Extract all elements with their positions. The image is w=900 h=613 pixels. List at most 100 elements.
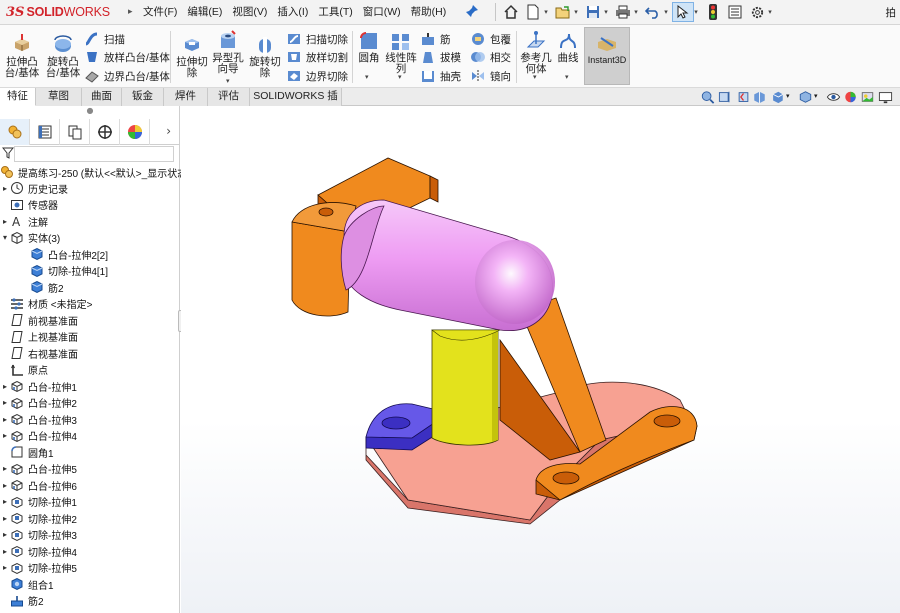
sweep-button[interactable]: 扫描	[84, 30, 125, 48]
panel-grip-handle[interactable]: ●	[0, 106, 180, 118]
wrap-button[interactable]: 包覆	[470, 30, 511, 48]
revolve-boss-button[interactable]: 旋转凸 台/基体	[43, 34, 83, 79]
options-gear-icon[interactable]	[746, 2, 768, 22]
tab-features[interactable]: 特征	[0, 88, 36, 106]
tree-item[interactable]: ▸ 凸台-拉伸3	[0, 411, 77, 427]
tree-item[interactable]: 组合1	[0, 576, 54, 592]
part-3d-model[interactable]	[181, 107, 900, 613]
display-manager-tab[interactable]	[120, 119, 150, 145]
tree-item[interactable]: ▸ 凸台-拉伸5	[0, 461, 77, 477]
dimxpert-manager-tab[interactable]	[90, 119, 120, 145]
expand-arrow-icon[interactable]: ▸	[0, 217, 10, 226]
expand-arrow-icon[interactable]: ▸	[0, 481, 10, 490]
property-manager-tab[interactable]	[30, 119, 60, 145]
undo-dropdown-icon[interactable]: ▾	[664, 8, 672, 16]
options-dropdown-icon[interactable]: ▾	[768, 8, 776, 16]
tree-filter-input[interactable]	[14, 146, 174, 162]
lofted-cut-button[interactable]: 放样切割	[286, 48, 348, 66]
mirror-button[interactable]: 镜向	[470, 67, 511, 85]
zoom-to-fit-icon[interactable]	[700, 90, 715, 104]
tree-item[interactable]: 筋2	[20, 279, 64, 295]
shell-button[interactable]: 抽壳	[420, 67, 461, 85]
tree-item[interactable]: 前视基准面	[0, 312, 78, 328]
boundary-boss-button[interactable]: 边界凸台/基体	[84, 67, 170, 85]
pin-menu-icon[interactable]	[465, 4, 481, 20]
reference-geometry-dropdown-icon[interactable]: ▾	[533, 73, 537, 81]
rib-button[interactable]: 筋	[420, 30, 451, 48]
curves-dropdown-icon[interactable]: ▾	[565, 73, 569, 81]
home-icon[interactable]	[500, 2, 522, 22]
hole-wizard-dropdown-icon[interactable]: ▾	[226, 77, 230, 85]
instant3d-button[interactable]: Instant3D	[584, 27, 630, 85]
print-dropdown-icon[interactable]: ▾	[634, 8, 642, 16]
expand-arrow-icon[interactable]: ▸	[0, 563, 10, 572]
tab-sheet-metal[interactable]: 钣金	[122, 88, 164, 106]
tree-item[interactable]: 材质 <未指定>	[0, 296, 92, 312]
logo-menu-arrow-icon[interactable]: ▸	[128, 7, 138, 17]
extrude-boss-button[interactable]: 拉伸凸 台/基体	[2, 34, 42, 79]
view-orientation-icon[interactable]	[770, 90, 785, 104]
tree-item[interactable]: ▸ 凸台-拉伸6	[0, 477, 77, 493]
intersect-button[interactable]: 相交	[470, 48, 511, 66]
graphics-viewport[interactable]	[181, 107, 900, 613]
tree-item[interactable]: ▸ 凸台-拉伸1	[0, 378, 77, 394]
menu-edit[interactable]: 编辑(E)	[182, 0, 227, 25]
swept-cut-button[interactable]: 扫描切除	[286, 30, 348, 48]
tree-item[interactable]: 传感器	[0, 197, 58, 213]
tree-item[interactable]: ▸ 切除-拉伸2	[0, 510, 77, 526]
tree-item[interactable]: ▸ 切除-拉伸3	[0, 527, 77, 543]
search-commands-cut[interactable]: 拍	[886, 5, 897, 20]
previous-view-icon[interactable]	[736, 90, 751, 104]
boundary-cut-button[interactable]: 边界切除	[286, 67, 348, 85]
view-settings-icon[interactable]	[878, 90, 893, 104]
expand-arrow-icon[interactable]: ▸	[0, 382, 10, 391]
hole-wizard-button[interactable]: 异型孔 向导	[210, 30, 246, 75]
display-style-icon[interactable]	[798, 90, 813, 104]
new-dropdown-icon[interactable]: ▾	[544, 8, 552, 16]
tree-item[interactable]: ▸ A 注解	[0, 213, 48, 229]
undo-icon[interactable]	[642, 2, 664, 22]
save-icon[interactable]	[582, 2, 604, 22]
expand-arrow-icon[interactable]: ▸	[0, 431, 10, 440]
zoom-area-icon[interactable]	[718, 90, 733, 104]
fillet-dropdown-icon[interactable]: ▾	[365, 73, 369, 81]
tree-item[interactable]: 圆角1	[0, 444, 54, 460]
tree-item[interactable]: ▸ 历史记录	[0, 180, 68, 196]
tree-item[interactable]: ▸ 切除-拉伸5	[0, 560, 77, 576]
apply-scene-icon[interactable]	[860, 90, 875, 104]
configuration-manager-tab[interactable]	[60, 119, 90, 145]
open-folder-icon[interactable]	[552, 2, 574, 22]
expand-arrow-icon[interactable]: ▸	[0, 547, 10, 556]
expand-arrow-icon[interactable]: ▸	[0, 514, 10, 523]
expand-arrow-icon[interactable]: ▸	[0, 398, 10, 407]
tree-item[interactable]: 原点	[0, 362, 48, 378]
tab-solidworks-addins[interactable]: SOLIDWORKS 插件	[250, 88, 342, 119]
tree-item[interactable]: ▾ 实体(3)	[0, 230, 60, 246]
curves-button[interactable]: 曲线	[555, 30, 581, 64]
menu-tools[interactable]: 工具(T)	[313, 0, 357, 25]
linear-pattern-dropdown-icon[interactable]: ▾	[398, 73, 402, 81]
panel-more-tabs-icon[interactable]: ›	[166, 124, 171, 138]
expand-arrow-icon[interactable]: ▾	[0, 233, 10, 242]
new-document-icon[interactable]	[522, 2, 544, 22]
tree-item[interactable]: 切除-拉伸4[1]	[20, 263, 108, 279]
section-view-icon[interactable]	[752, 90, 767, 104]
edit-appearance-icon[interactable]	[843, 90, 858, 104]
solidworks-logo[interactable]: 3S SOLIDWORKS	[0, 0, 128, 25]
filter-icon[interactable]	[2, 147, 14, 159]
tab-weldments[interactable]: 焊件	[164, 88, 208, 106]
tab-evaluate[interactable]: 评估	[208, 88, 250, 106]
traffic-light-icon[interactable]	[702, 2, 724, 22]
tab-surfaces[interactable]: 曲面	[82, 88, 122, 106]
feature-manager-tab[interactable]	[0, 119, 30, 145]
draft-button[interactable]: 拔模	[420, 48, 461, 66]
linear-pattern-button[interactable]: 线性阵 列	[383, 30, 419, 75]
menu-view[interactable]: 视图(V)	[227, 0, 272, 25]
reference-geometry-button[interactable]: 参考几 何体	[518, 30, 554, 75]
hide-show-items-icon[interactable]	[826, 90, 841, 104]
revolve-cut-button[interactable]: 旋转切 除	[247, 34, 283, 79]
tree-item[interactable]: 筋2	[0, 593, 44, 609]
expand-arrow-icon[interactable]: ▸	[0, 497, 10, 506]
extrude-cut-button[interactable]: 拉伸切 除	[172, 34, 212, 79]
select-dropdown-icon[interactable]: ▾	[694, 8, 702, 16]
